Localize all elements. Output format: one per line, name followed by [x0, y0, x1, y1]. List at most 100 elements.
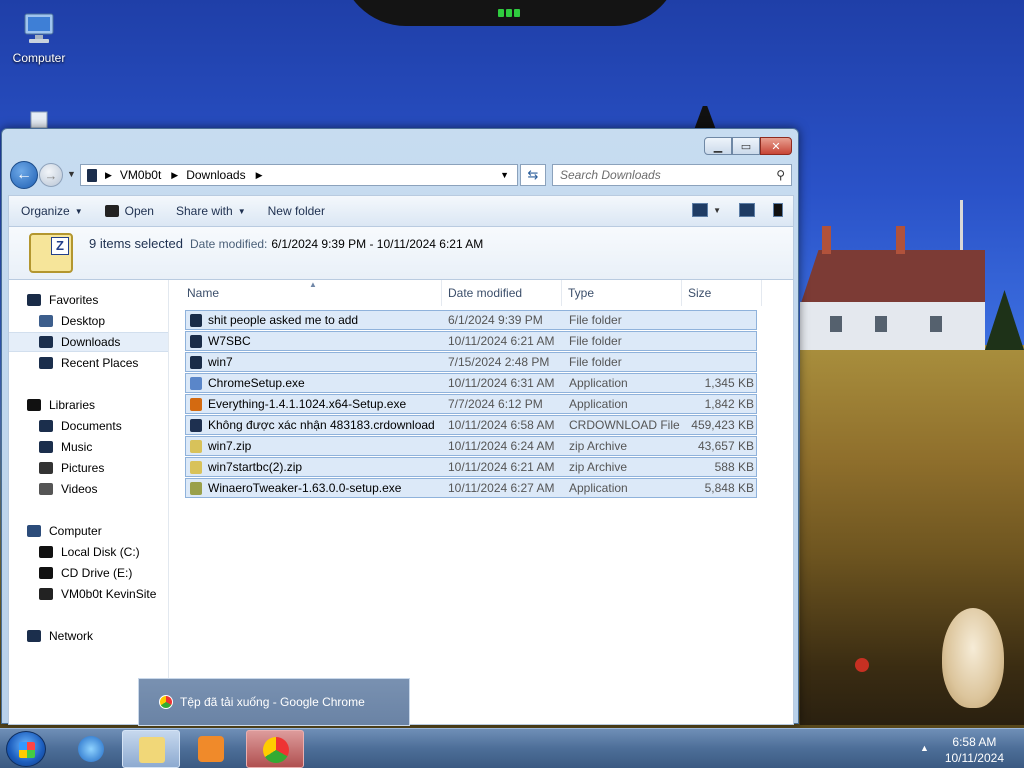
file-row[interactable]: WinaeroTweaker-1.63.0.0-setup.exe 10/11/2… [185, 478, 757, 498]
sidebar-item-vm0b0t-kevinsite[interactable]: VM0b0t KevinSite [9, 584, 168, 604]
breadcrumb-separator-icon[interactable]: ▶ [105, 170, 112, 181]
column-header-name[interactable]: Name [187, 286, 219, 300]
file-name: Everything-1.4.1.1024.x64-Setup.exe [208, 397, 407, 411]
file-date-modified: 10/11/2024 6:58 AM [448, 418, 555, 432]
refresh-button[interactable]: ⇆ [520, 164, 546, 186]
organize-button[interactable]: Organize ▼ [21, 204, 83, 218]
file-size: 1,345 KB [704, 376, 754, 390]
sidebar-item-label: Downloads [61, 335, 121, 349]
minimize-button[interactable]: ▁ [704, 137, 732, 155]
sidebar-item-videos[interactable]: Videos [9, 479, 168, 499]
taskbar-google-chrome[interactable] [246, 730, 304, 768]
file-row[interactable]: Không được xác nhận 483183.crdownload 10/… [185, 415, 757, 435]
file-type: zip Archive [569, 439, 628, 453]
desktop-icon [39, 315, 53, 327]
search-icon[interactable]: ⚲ [776, 168, 785, 182]
sidebar-item-music[interactable]: Music [9, 437, 168, 457]
pictures-icon [39, 462, 53, 474]
breadcrumb-vm0b0t[interactable]: VM0b0t [120, 168, 161, 182]
column-divider[interactable] [441, 280, 442, 306]
sidebar-item-pictures[interactable]: Pictures [9, 458, 168, 478]
folder-icon [190, 356, 202, 369]
preview-pane-button[interactable] [739, 203, 755, 217]
explorer-window[interactable]: ▁ ▭ ✕ ← → ▼ ▶ VM0b0t ▶ Downloads ▶ ▼ ⇆ S… [1, 128, 799, 725]
taskbar-thumbnail-tooltip[interactable]: Tệp đã tải xuống - Google Chrome [138, 678, 410, 726]
folder-icon [190, 335, 202, 348]
sidebar-item-computer[interactable]: Computer [9, 521, 168, 541]
file-name: shit people asked me to add [208, 313, 359, 327]
folder-icon [190, 314, 202, 327]
chrome-icon [263, 737, 289, 763]
file-type: File folder [569, 334, 622, 348]
file-row[interactable]: win7.zip 10/11/2024 6:24 AM zip Archive 43,… [185, 436, 757, 456]
file-list[interactable]: ▲ Name Date modified Type Size shit peop… [185, 280, 793, 724]
forward-button[interactable]: → [39, 163, 63, 187]
sidebar-item-libraries[interactable]: Libraries [9, 395, 168, 415]
selection-count: 9 items selected [89, 236, 183, 251]
sidebar-item-label: CD Drive (E:) [61, 566, 133, 580]
back-button[interactable]: ← [10, 161, 38, 189]
start-button[interactable] [6, 731, 46, 767]
sidebar-item-network[interactable]: Network [9, 626, 168, 646]
share-with-button[interactable]: Share with ▼ [176, 204, 246, 218]
sidebar-item-desktop[interactable]: Desktop [9, 311, 168, 331]
installer-icon [190, 377, 202, 390]
sidebar-item-label: Music [61, 440, 93, 454]
sidebar-item-local-disk-c[interactable]: Local Disk (C:) [9, 542, 168, 562]
column-header-date[interactable]: Date modified [448, 286, 522, 300]
sidebar-item-label: Favorites [49, 293, 99, 307]
open-button[interactable]: Open [104, 204, 154, 218]
file-date-modified: 10/11/2024 6:31 AM [448, 376, 555, 390]
file-date-modified: 10/11/2024 6:21 AM [448, 334, 555, 348]
close-button[interactable]: ✕ [760, 137, 792, 155]
desktop-icon-computer[interactable]: Computer [4, 10, 74, 65]
search-input[interactable]: Search Downloads ⚲ [552, 164, 792, 186]
chevron-down-icon[interactable]: ▼ [713, 206, 721, 215]
taskbar: ▲ 6:58 AM 10/11/2024 [0, 728, 1024, 768]
new-folder-button[interactable]: New folder [268, 204, 325, 218]
taskbar-internet-explorer[interactable] [62, 730, 120, 768]
sidebar-item-documents[interactable]: Documents [9, 416, 168, 436]
breadcrumb-separator-icon[interactable]: ▶ [171, 170, 178, 181]
address-bar[interactable]: ▶ VM0b0t ▶ Downloads ▶ ▼ [80, 164, 518, 186]
column-header-size[interactable]: Size [688, 286, 711, 300]
file-size: 588 KB [714, 460, 754, 474]
breadcrumb-downloads[interactable]: Downloads [186, 168, 245, 182]
documents-icon [39, 420, 53, 432]
open-icon [104, 205, 119, 217]
navigation-pane[interactable]: Favorites Desktop Downloads Recent Places Li… [9, 280, 169, 724]
change-view-button[interactable] [692, 203, 709, 217]
column-divider[interactable] [761, 280, 762, 306]
file-row[interactable]: ChromeSetup.exe 10/11/2024 6:31 AM Applica… [185, 373, 757, 393]
file-row[interactable]: Everything-1.4.1.1024.x64-Setup.exe 7/7/2… [185, 394, 757, 414]
breadcrumb-separator-icon[interactable]: ▶ [256, 170, 263, 181]
sidebar-item-label: Network [49, 629, 94, 643]
column-divider[interactable] [561, 280, 562, 306]
file-row[interactable]: win7startbc(2).zip 10/11/2024 6:21 AM zip … [185, 457, 757, 477]
recent-pages-dropdown[interactable]: ▼ [67, 169, 76, 179]
sidebar-item-label: Local Disk (C:) [61, 545, 140, 559]
sidebar-item-cd-drive-e[interactable]: CD Drive (E:) [9, 563, 168, 583]
address-dropdown-icon[interactable]: ▼ [500, 170, 509, 180]
taskbar-windows-explorer[interactable] [122, 730, 180, 768]
file-row[interactable]: W7SBC 10/11/2024 6:21 AM File folder [185, 331, 757, 351]
maximize-button[interactable]: ▭ [732, 137, 760, 155]
sidebar-item-favorites[interactable]: Favorites [9, 290, 168, 310]
help-button[interactable] [773, 203, 783, 217]
column-header-type[interactable]: Type [568, 286, 594, 300]
file-row[interactable]: win7 7/15/2024 2:48 PM File folder [185, 352, 757, 372]
share-with-label: Share with [175, 204, 233, 218]
star-icon [27, 294, 41, 306]
sidebar-item-recent-places[interactable]: Recent Places [9, 353, 168, 373]
show-hidden-icons-icon[interactable]: ▲ [920, 743, 929, 753]
computer-icon [27, 525, 41, 537]
system-clock[interactable]: 6:58 AM 10/11/2024 [945, 734, 1004, 766]
open-label: Open [124, 204, 154, 218]
new-folder-label: New folder [267, 204, 325, 218]
taskbar-media-player[interactable] [182, 730, 240, 768]
file-row[interactable]: shit people asked me to add 6/1/2024 9:39… [185, 310, 757, 330]
date-modified-value: 6/1/2024 9:39 PM - 10/11/2024 6:21 AM [271, 237, 484, 251]
sidebar-item-downloads[interactable]: Downloads [9, 332, 168, 352]
column-divider[interactable] [681, 280, 682, 306]
file-name: Không được xác nhận 483183.crdownload [208, 418, 435, 432]
